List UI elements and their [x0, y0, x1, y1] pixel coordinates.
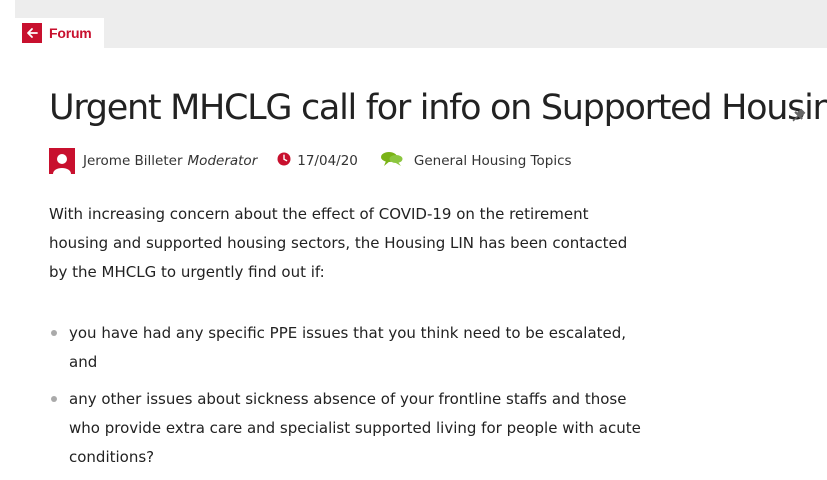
post-title: Urgent MHCLG call for info on Supported … — [49, 88, 827, 128]
list-item-text: you have had any specific PPE issues tha… — [69, 324, 627, 371]
post-bullet-list: you have had any specific PPE issues tha… — [49, 319, 649, 480]
back-to-forum-tab[interactable]: Forum — [15, 18, 104, 48]
list-item-text: any other issues about sickness absence … — [69, 390, 641, 466]
bullet-dot — [51, 330, 57, 336]
author-name[interactable]: Jerome Billeter — [83, 153, 183, 169]
list-item: you have had any specific PPE issues tha… — [49, 319, 649, 377]
post-meta: Jerome Billeter Moderator 17/04/20 Gener… — [49, 147, 572, 175]
list-item: any other issues about sickness absence … — [49, 385, 649, 472]
post-date: 17/04/20 — [297, 153, 358, 169]
bullet-dot — [51, 396, 57, 402]
clock-icon — [277, 152, 291, 170]
topic-category-link[interactable]: General Housing Topics — [414, 153, 572, 169]
author-role: Moderator — [187, 153, 258, 169]
post-intro: With increasing concern about the effect… — [49, 205, 628, 281]
avatar[interactable] — [49, 148, 75, 174]
chat-bubbles-icon — [380, 151, 404, 171]
back-tab-label: Forum — [49, 25, 92, 41]
pin-icon — [789, 107, 807, 125]
arrow-left-icon — [22, 23, 42, 43]
